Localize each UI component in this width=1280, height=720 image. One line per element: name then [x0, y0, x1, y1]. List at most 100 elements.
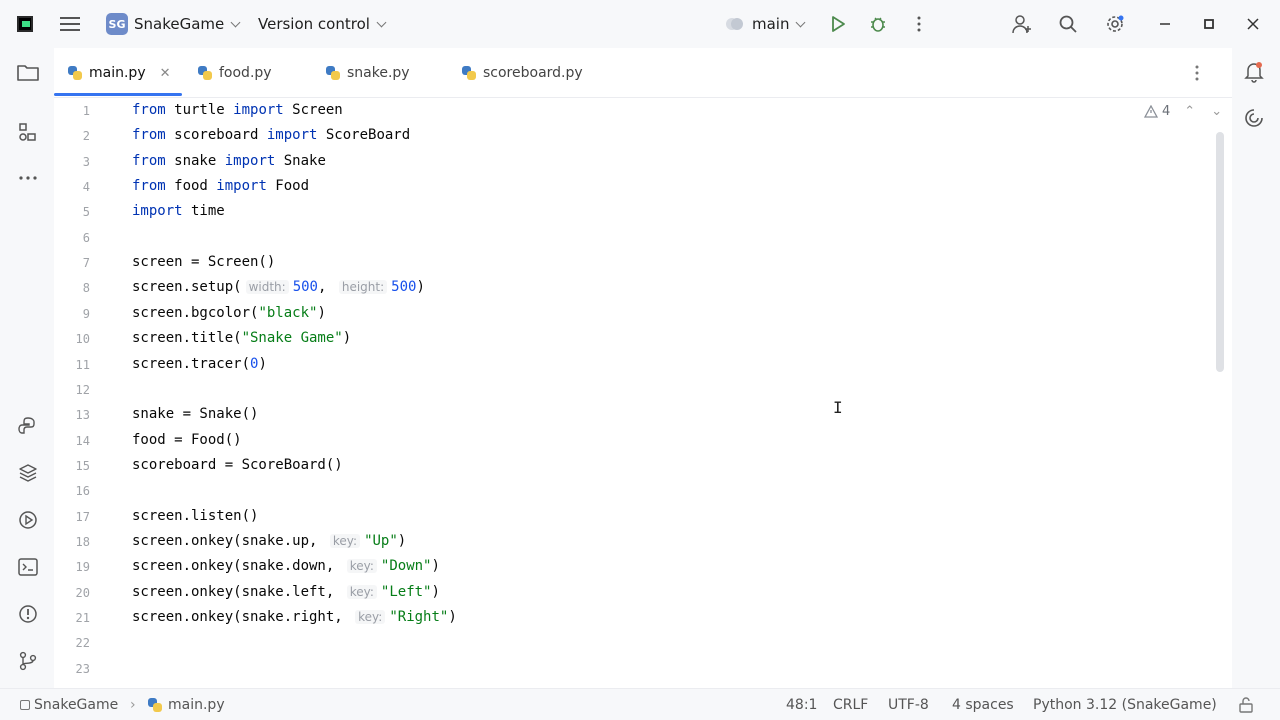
status-bar: SnakeGame › main.py 48:1 CRLF UTF-8 4 sp… [0, 688, 1280, 720]
code-token: , [318, 279, 335, 296]
search-icon[interactable] [1056, 12, 1080, 36]
line-number: 19 [75, 560, 90, 575]
code-line[interactable]: from food import Food [132, 178, 309, 194]
python-console-icon[interactable] [16, 414, 40, 438]
line-ending[interactable]: CRLF [833, 689, 868, 720]
code-token: "Right" [389, 609, 449, 625]
parameter-hint: key: [329, 533, 361, 548]
lock-icon[interactable] [1238, 689, 1254, 720]
vertical-scrollbar[interactable] [1216, 132, 1224, 372]
breadcrumb-project[interactable]: SnakeGame [20, 689, 118, 720]
hamburger-icon[interactable] [60, 15, 80, 33]
problems-icon[interactable] [16, 602, 40, 626]
code-line[interactable]: scoreboard = ScoreBoard() [132, 457, 343, 473]
chevron-down-icon[interactable]: ⌄ [1211, 104, 1222, 119]
vcs-menu[interactable]: Version control [258, 0, 387, 48]
tab-main-py[interactable]: main.py ✕ [68, 48, 171, 98]
folder-icon[interactable] [16, 60, 40, 84]
code-line[interactable]: from scoreboard import ScoreBoard [132, 127, 410, 143]
code-line[interactable]: screen.onkey(snake.up, key: "Up") [132, 533, 406, 549]
breadcrumb-file[interactable]: main.py [148, 689, 225, 720]
project-selector[interactable]: SG SnakeGame [106, 0, 241, 48]
code-token: ) [397, 532, 407, 549]
tab-snake-py[interactable]: snake.py [326, 48, 410, 98]
line-number: 22 [75, 636, 90, 651]
structure-icon[interactable] [16, 120, 40, 144]
parameter-hint: width: [245, 280, 289, 295]
indent-setting[interactable]: 4 spaces [952, 689, 1014, 720]
breadcrumb-file-label: main.py [168, 697, 225, 713]
terminal-icon[interactable] [16, 555, 40, 579]
code-line[interactable]: snake = Snake() [132, 406, 258, 422]
code-line[interactable]: screen.bgcolor("black") [132, 305, 326, 321]
chevron-up-icon[interactable]: ⌃ [1184, 104, 1195, 119]
code-token: screen = Screen() [132, 254, 276, 271]
add-user-icon[interactable] [1010, 12, 1034, 36]
code-line[interactable]: screen.tracer(0) [132, 356, 267, 372]
ai-assistant-icon[interactable] [1242, 106, 1266, 130]
chevron-down-icon [376, 17, 387, 27]
code-line[interactable]: screen.listen() [132, 508, 258, 524]
services-icon[interactable] [16, 508, 40, 532]
breadcrumb-project-label: SnakeGame [34, 697, 119, 713]
code-line[interactable]: screen = Screen() [132, 254, 275, 270]
file-encoding[interactable]: UTF-8 [888, 689, 929, 720]
code-token: "Left" [380, 583, 432, 600]
line-number: 1 [82, 104, 90, 118]
tab-options-icon[interactable] [1194, 48, 1200, 98]
code-token: screen.listen() [132, 507, 259, 524]
module-icon [20, 700, 30, 710]
debug-icon[interactable] [866, 12, 890, 36]
code-token: food = Food() [132, 431, 242, 448]
title-bar: SG SnakeGame Version control main [0, 0, 1280, 48]
code-token: scoreboard [165, 127, 267, 144]
project-badge: SG [106, 13, 128, 35]
git-icon[interactable] [16, 649, 40, 673]
editor-tab-bar: main.py ✕ food.py snake.py scoreboard.py [54, 48, 1232, 98]
caret-position[interactable]: 48:1 [786, 689, 817, 720]
code-line[interactable]: screen.onkey(snake.right, key: "Right") [132, 609, 457, 625]
line-number: 16 [75, 484, 90, 499]
code-line[interactable]: import time [132, 203, 225, 219]
code-line[interactable]: screen.onkey(snake.left, key: "Left") [132, 584, 440, 600]
code-token: "black" [258, 304, 318, 321]
code-token: from [132, 152, 166, 169]
code-line[interactable]: screen.onkey(snake.down, key: "Down") [132, 558, 440, 574]
maximize-icon[interactable] [1197, 12, 1221, 36]
line-number: 15 [75, 458, 90, 473]
code-line[interactable]: from snake import Snake [132, 153, 326, 169]
branch-icon [726, 18, 743, 30]
code-line[interactable]: food = Food() [132, 432, 242, 448]
notifications-icon[interactable] [1242, 60, 1266, 84]
code-editor[interactable]: 1 2 3 4 5 6 7 8 9 10 11 12 13 14 15 16 17 18 19 20 21 22 23 fr… [54, 98, 1232, 688]
code-token: turtle [165, 102, 234, 118]
code-token: "Down" [380, 558, 432, 575]
run-icon[interactable] [826, 12, 850, 36]
code-line[interactable]: from turtle import Screen [132, 102, 343, 118]
close-icon[interactable] [1241, 12, 1265, 36]
code-token: Snake [275, 152, 326, 169]
more-icon[interactable] [907, 12, 931, 36]
line-number: 8 [82, 281, 90, 296]
tab-scoreboard-py[interactable]: scoreboard.py [462, 48, 583, 98]
branch-selector[interactable]: main [724, 0, 806, 48]
tab-food-py[interactable]: food.py [198, 48, 272, 98]
line-number: 20 [75, 585, 90, 600]
code-token: ) [431, 558, 440, 575]
code-line[interactable]: screen.title("Snake Game") [132, 330, 351, 346]
tab-label: scoreboard.py [483, 65, 583, 81]
close-tab-icon[interactable]: ✕ [160, 66, 171, 81]
minimize-icon[interactable] [1153, 12, 1177, 36]
tab-label: snake.py [347, 65, 410, 81]
inspection-widget[interactable]: 4 ⌃ ⌄ [1144, 104, 1222, 119]
python-file-icon [198, 66, 212, 80]
settings-icon[interactable] [1103, 12, 1127, 36]
more-tools-icon[interactable] [16, 166, 40, 190]
line-number: 7 [82, 256, 90, 271]
line-number: 9 [82, 306, 90, 321]
layers-icon[interactable] [16, 461, 40, 485]
code-line[interactable]: screen.setup(width: 500, height: 500) [132, 279, 425, 295]
python-interpreter[interactable]: Python 3.12 (SnakeGame) [1033, 689, 1217, 720]
parameter-hint: height: [338, 280, 388, 295]
app-logo-icon[interactable] [17, 16, 33, 32]
